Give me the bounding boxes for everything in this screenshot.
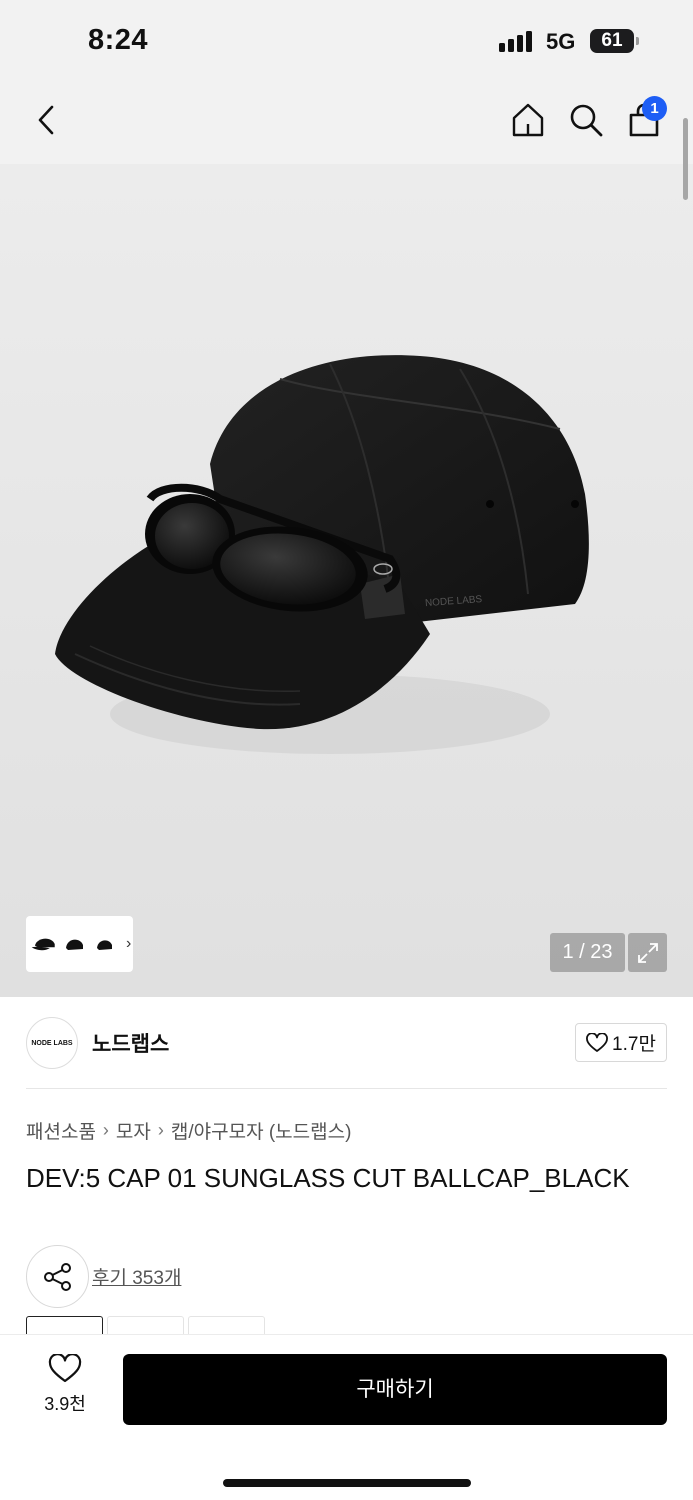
- home-icon: [512, 103, 544, 137]
- expand-image-button[interactable]: [628, 933, 667, 972]
- thumbnail-3[interactable]: [90, 922, 118, 966]
- breadcrumb-item[interactable]: 캡/야구모자 (노드랩스): [171, 1117, 352, 1144]
- thumbnail-strip[interactable]: ›: [26, 916, 133, 972]
- thumbnail-2[interactable]: [60, 922, 88, 966]
- chevron-right-icon: ›: [126, 935, 132, 952]
- search-button[interactable]: [562, 96, 610, 144]
- share-icon: [43, 1262, 71, 1291]
- brand-like-count: 1.7만: [612, 1034, 656, 1055]
- chevron-right-icon: ›: [102, 1120, 109, 1140]
- cap-thumbnail-icon: [31, 938, 55, 951]
- heart-icon: [48, 1354, 82, 1383]
- share-button[interactable]: [26, 1245, 89, 1308]
- chevron-right-icon: ›: [157, 1120, 164, 1140]
- breadcrumb-item[interactable]: 모자: [116, 1117, 151, 1144]
- breadcrumb: 패션소품 › 모자 › 캡/야구모자 (노드랩스): [26, 1117, 351, 1144]
- cap-thumbnail-icon: [97, 940, 112, 950]
- search-icon: [570, 104, 603, 137]
- status-time: 8:24: [88, 24, 149, 56]
- breadcrumb-item[interactable]: 패션소품: [26, 1117, 96, 1144]
- cart-count-badge: 1: [642, 96, 667, 121]
- page-scrollbar[interactable]: [683, 118, 688, 200]
- buy-button[interactable]: 구매하기: [123, 1354, 667, 1425]
- battery-icon: 61: [590, 29, 634, 53]
- product-image-gallery[interactable]: NODE LABS: [0, 164, 693, 997]
- option-tab-2[interactable]: [107, 1316, 184, 1334]
- divider: [26, 1088, 667, 1089]
- cap-thumbnail-icon: [66, 939, 83, 950]
- brand-like-button[interactable]: 1.7만: [575, 1023, 667, 1062]
- battery-cap: [636, 37, 639, 45]
- product-photo-cap-with-sunglasses: NODE LABS: [55, 355, 589, 754]
- brand-logo[interactable]: NODE LABS: [26, 1017, 78, 1069]
- network-type: 5G: [546, 29, 576, 54]
- home-button[interactable]: [504, 96, 552, 144]
- option-tab-1[interactable]: [26, 1316, 103, 1334]
- wishlist-button[interactable]: 3.9천: [30, 1354, 100, 1424]
- top-nav-bar: [0, 82, 693, 164]
- back-button[interactable]: [22, 96, 70, 144]
- reviews-link[interactable]: 후기 353개: [92, 1263, 181, 1290]
- status-bar: 8:24 5G 61: [0, 0, 693, 82]
- wishlist-count: 3.9천: [44, 1394, 86, 1414]
- brand-logo-text: NODE LABS: [31, 1039, 73, 1047]
- battery-level: 61: [601, 30, 623, 51]
- home-indicator[interactable]: [223, 1479, 471, 1487]
- cellular-signal-icon: [499, 30, 535, 52]
- expand-icon: [637, 942, 658, 963]
- image-counter: 1 / 23: [550, 933, 625, 972]
- brand-name[interactable]: 노드랩스: [92, 1028, 169, 1058]
- product-title: DEV:5 CAP 01 SUNGLASS CUT BALLCAP_BLACK: [26, 1163, 630, 1193]
- back-chevron-icon: [38, 105, 54, 135]
- option-tab-3[interactable]: [188, 1316, 265, 1334]
- thumbnail-1[interactable]: [30, 922, 58, 966]
- heart-icon: [586, 1032, 608, 1052]
